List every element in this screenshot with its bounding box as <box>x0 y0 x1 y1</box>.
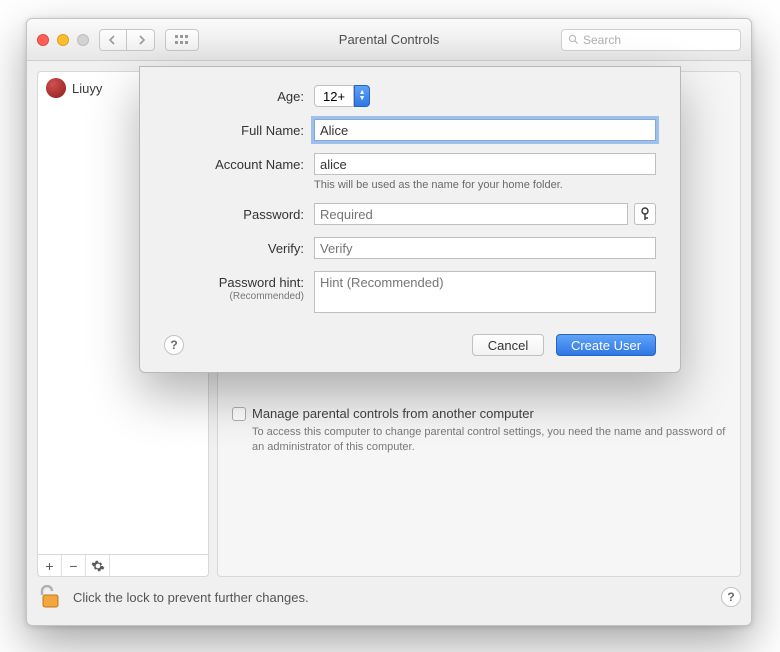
grid-icon <box>175 35 189 45</box>
sidebar-toolbar: + − <box>38 554 208 576</box>
age-row: Age: 12+ ▲▼ <box>164 85 656 107</box>
age-value: 12+ <box>314 85 354 107</box>
sidebar-options-button[interactable] <box>86 555 110 576</box>
lock-button[interactable] <box>37 583 65 611</box>
sheet-help-button[interactable]: ? <box>164 335 184 355</box>
password-assistant-button[interactable] <box>634 203 656 225</box>
verify-row: Verify: <box>164 237 656 259</box>
select-stepper-icon: ▲▼ <box>354 85 370 107</box>
password-row: Password: <box>164 203 656 225</box>
password-label: Password: <box>164 203 314 222</box>
remote-manage-row: Manage parental controls from another co… <box>232 406 726 421</box>
create-user-sheet: Age: 12+ ▲▼ Full Name: Account Name: Thi… <box>139 66 681 373</box>
search-placeholder: Search <box>583 33 621 47</box>
verify-label: Verify: <box>164 237 314 256</box>
user-name-label: Liuyy <box>72 81 102 96</box>
window-traffic-lights <box>37 34 89 46</box>
preferences-window: Parental Controls Search Liuyy + − <box>26 18 752 626</box>
remote-manage-description: To access this computer to change parent… <box>252 425 726 455</box>
minimize-window-icon[interactable] <box>57 34 69 46</box>
unlock-icon <box>40 585 62 609</box>
remote-manage-label: Manage parental controls from another co… <box>252 406 534 421</box>
remote-manage-checkbox[interactable] <box>232 407 246 421</box>
titlebar: Parental Controls Search <box>27 19 751 61</box>
avatar-icon <box>46 78 66 98</box>
show-all-button[interactable] <box>165 29 199 51</box>
chevron-left-icon <box>108 35 118 45</box>
forward-button[interactable] <box>127 29 155 51</box>
verify-input[interactable] <box>314 237 656 259</box>
account-name-row: Account Name: This will be used as the n… <box>164 153 656 191</box>
lock-text: Click the lock to prevent further change… <box>73 590 309 605</box>
help-button[interactable]: ? <box>721 587 741 607</box>
key-icon <box>640 207 650 221</box>
back-button[interactable] <box>99 29 127 51</box>
create-user-button[interactable]: Create User <box>556 334 656 356</box>
remove-user-button[interactable]: − <box>62 555 86 576</box>
nav-segment <box>99 29 155 51</box>
chevron-right-icon <box>136 35 146 45</box>
password-input[interactable] <box>314 203 628 225</box>
add-user-button[interactable]: + <box>38 555 62 576</box>
window-footer: Click the lock to prevent further change… <box>37 577 741 617</box>
hint-sublabel: (Recommended) <box>164 291 304 302</box>
search-icon <box>568 34 579 45</box>
zoom-window-icon[interactable] <box>77 34 89 46</box>
cancel-button[interactable]: Cancel <box>472 334 544 356</box>
hint-row: Password hint: (Recommended) <box>164 271 656 318</box>
full-name-label: Full Name: <box>164 119 314 138</box>
gear-icon <box>91 559 105 573</box>
account-name-input[interactable] <box>314 153 656 175</box>
account-name-hint: This will be used as the name for your h… <box>314 179 656 191</box>
age-label: Age: <box>164 85 314 104</box>
close-window-icon[interactable] <box>37 34 49 46</box>
full-name-input[interactable] <box>314 119 656 141</box>
age-select[interactable]: 12+ ▲▼ <box>314 85 370 107</box>
hint-textarea[interactable] <box>314 271 656 313</box>
full-name-row: Full Name: <box>164 119 656 141</box>
sheet-buttons: ? Cancel Create User <box>164 334 656 356</box>
window-title: Parental Controls <box>339 32 439 47</box>
account-name-label: Account Name: <box>164 153 314 172</box>
hint-label: Password hint: (Recommended) <box>164 271 314 302</box>
search-field[interactable]: Search <box>561 29 741 51</box>
